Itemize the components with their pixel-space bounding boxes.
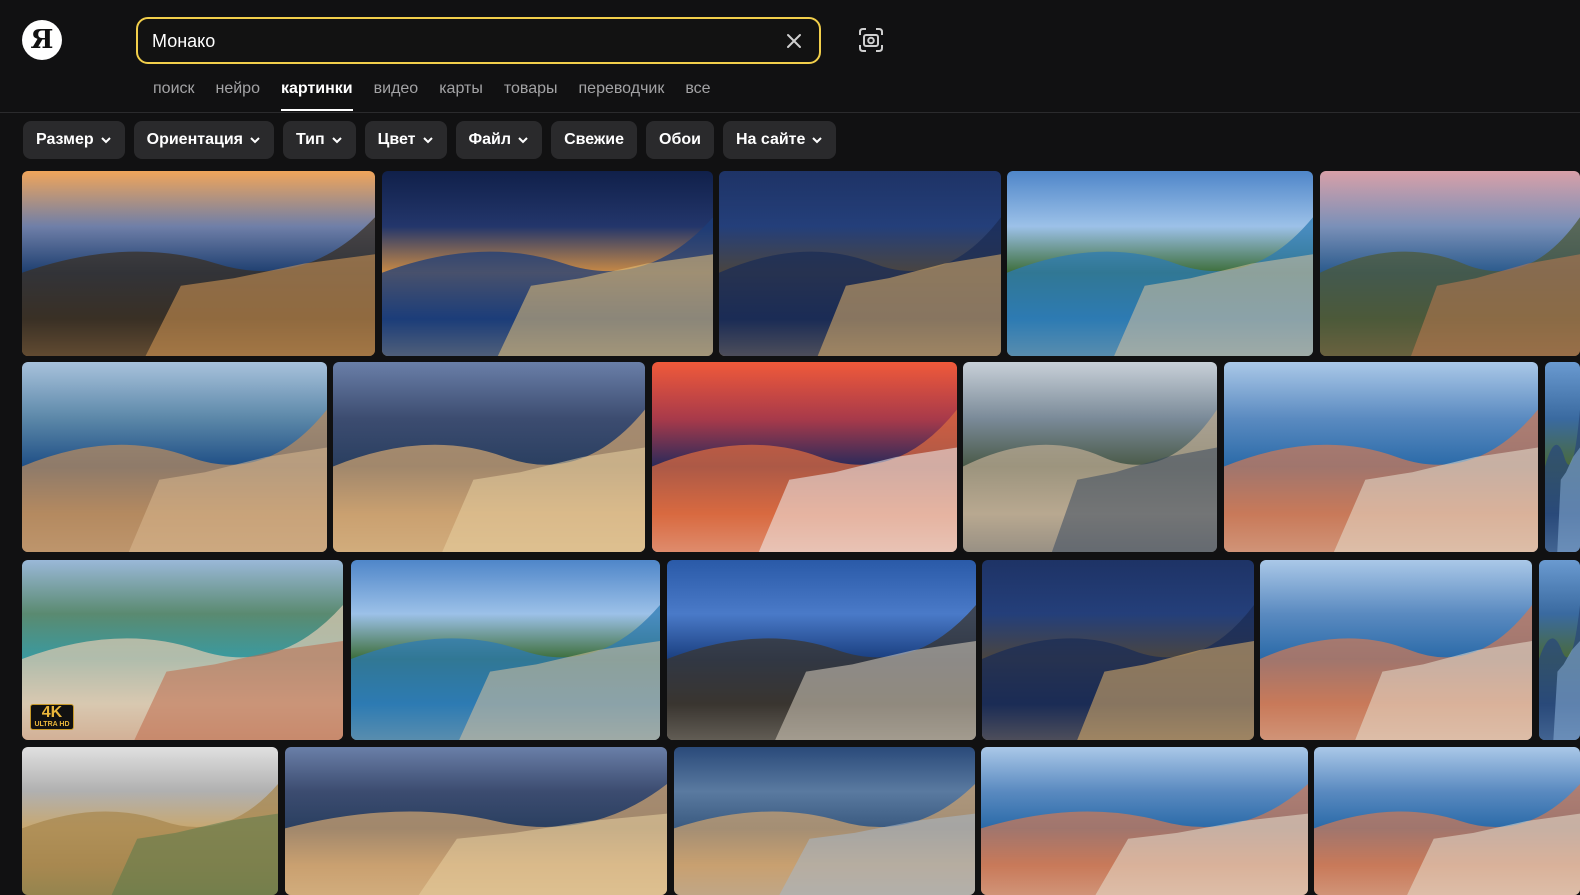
filter-bar: Размер Ориентация Тип Цвет Файл Свежие О… [23, 121, 837, 159]
image-thumbnail [22, 217, 375, 356]
image-thumbnail [1007, 217, 1313, 356]
search-tabs: поиск нейро картинки видео карты товары … [153, 78, 732, 112]
image-thumbnail [1539, 605, 1580, 740]
filter-size[interactable]: Размер [23, 121, 125, 159]
image-thumbnail [674, 784, 975, 895]
image-result[interactable] [1007, 171, 1313, 356]
filter-label: Ориентация [146, 131, 243, 148]
image-result[interactable] [351, 560, 660, 740]
image-thumbnail [1545, 409, 1580, 552]
camera-search-icon[interactable] [857, 26, 885, 54]
image-result[interactable] [1545, 362, 1580, 552]
image-thumbnail [963, 409, 1217, 552]
filter-label: Цвет [377, 131, 416, 148]
tab-translator[interactable]: переводчик [579, 78, 665, 112]
image-thumbnail [667, 605, 976, 740]
image-result[interactable]: 4K ULTRA HD [22, 560, 343, 740]
uhd-badge: 4K ULTRA HD [30, 704, 74, 730]
image-result[interactable] [667, 560, 976, 740]
image-thumbnail [719, 217, 1001, 356]
image-result[interactable] [674, 747, 975, 895]
filter-label: Файл [468, 131, 512, 148]
filter-label: Свежие [564, 131, 625, 148]
image-result[interactable] [333, 362, 645, 552]
image-result[interactable] [1320, 171, 1580, 356]
image-thumbnail [1224, 409, 1538, 552]
filter-label: На сайте [735, 131, 806, 148]
image-thumbnail [982, 605, 1254, 740]
image-result[interactable] [1314, 747, 1580, 895]
yandex-logo[interactable]: Я [22, 20, 62, 60]
image-result[interactable] [22, 362, 327, 552]
tab-search[interactable]: поиск [153, 78, 195, 112]
image-result[interactable] [22, 171, 375, 356]
filter-label: Тип [295, 131, 325, 148]
image-thumbnail [981, 784, 1308, 895]
image-thumbnail [333, 409, 645, 552]
filter-color[interactable]: Цвет [364, 121, 447, 159]
image-result[interactable] [963, 362, 1217, 552]
image-thumbnail [1260, 605, 1532, 740]
filter-type[interactable]: Тип [282, 121, 356, 159]
image-result[interactable] [652, 362, 957, 552]
image-result[interactable] [22, 747, 278, 895]
search-box[interactable] [136, 17, 821, 64]
image-result[interactable] [285, 747, 667, 895]
filter-label: Обои [659, 131, 701, 148]
image-result[interactable] [1224, 362, 1538, 552]
chevron-down-icon [518, 137, 528, 144]
tab-all[interactable]: все [685, 78, 710, 112]
tab-products[interactable]: товары [504, 78, 558, 112]
filter-file[interactable]: Файл [455, 121, 543, 159]
clear-icon[interactable] [783, 30, 805, 52]
image-result[interactable] [981, 747, 1308, 895]
tab-maps[interactable]: карты [439, 78, 483, 112]
image-result[interactable] [382, 171, 713, 356]
image-result[interactable] [1539, 560, 1580, 740]
image-thumbnail [652, 409, 957, 552]
image-thumbnail [351, 605, 660, 740]
filter-on-site[interactable]: На сайте [722, 121, 837, 159]
image-result[interactable] [1260, 560, 1532, 740]
image-result[interactable] [982, 560, 1254, 740]
image-thumbnail [1320, 217, 1580, 356]
chevron-down-icon [331, 137, 342, 144]
chevron-down-icon [100, 137, 111, 144]
filter-fresh[interactable]: Свежие [551, 121, 638, 159]
tab-images[interactable]: картинки [280, 78, 353, 112]
filter-wallpapers[interactable]: Обои [646, 121, 714, 159]
image-thumbnail [285, 784, 667, 895]
image-thumbnail [382, 217, 713, 356]
image-thumbnail [22, 409, 327, 552]
chevron-down-icon [250, 137, 260, 144]
header: Я поиск нейро картинки видео карты товар… [0, 0, 1580, 113]
image-result[interactable] [719, 171, 1001, 356]
search-input[interactable] [152, 27, 772, 55]
tab-video[interactable]: видео [374, 78, 419, 112]
filter-orientation[interactable]: Ориентация [133, 121, 274, 159]
filter-label: Размер [36, 131, 94, 148]
chevron-down-icon [812, 137, 823, 144]
image-thumbnail [22, 784, 278, 895]
chevron-down-icon [422, 137, 433, 144]
tab-neuro[interactable]: нейро [216, 78, 260, 112]
image-thumbnail [1314, 784, 1580, 895]
